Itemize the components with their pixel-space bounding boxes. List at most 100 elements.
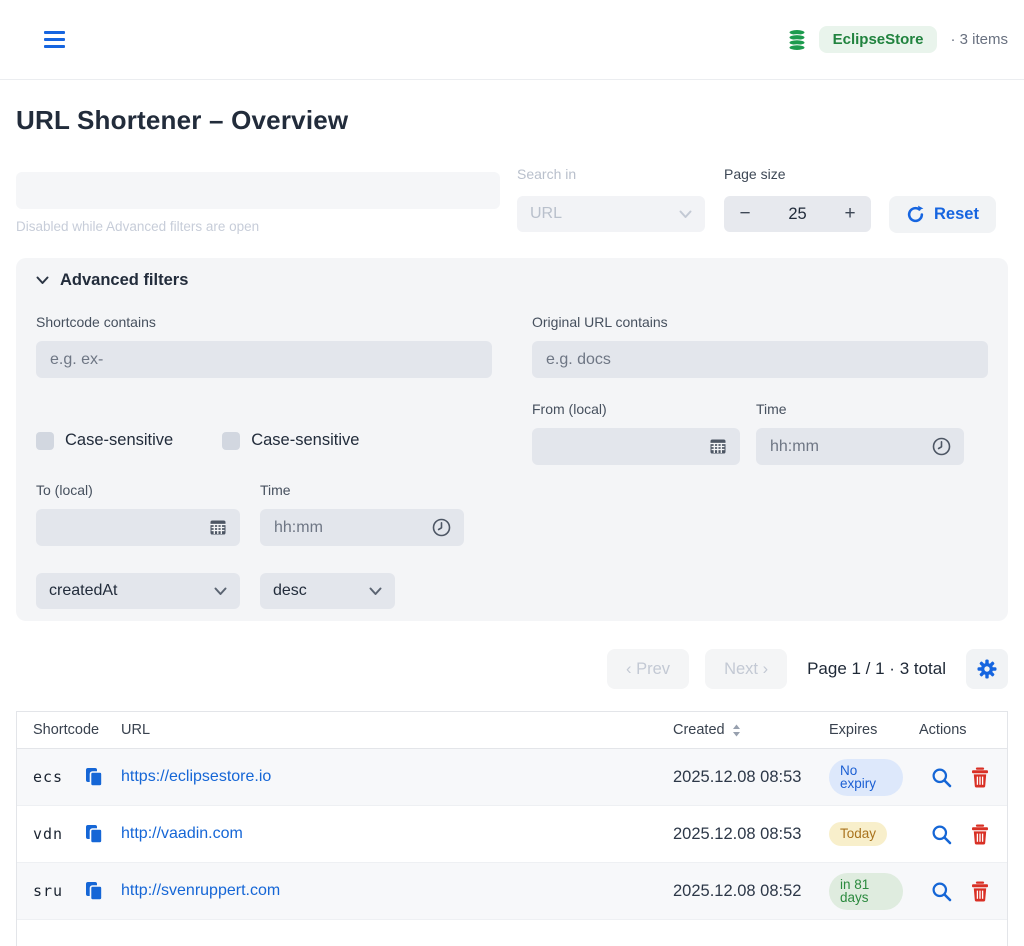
from-date-row: From (local) — [532, 401, 988, 465]
shortcode-filter-label: Shortcode contains — [36, 314, 492, 331]
calendar-icon[interactable] — [209, 518, 227, 536]
to-date-label: To (local) — [36, 482, 240, 499]
sort-direction-value: desc — [273, 582, 307, 600]
sort-field-value: createdAt — [49, 582, 117, 600]
copy-button[interactable] — [83, 879, 121, 903]
search-input[interactable] — [16, 172, 500, 209]
next-page-button[interactable]: Next › — [705, 649, 787, 689]
copy-icon — [85, 767, 103, 787]
checkbox-icon — [36, 432, 54, 450]
trash-icon — [971, 767, 989, 788]
created-value: 2025.12.08 08:53 — [673, 825, 813, 844]
from-time-label: Time — [756, 401, 964, 418]
chevron-down-icon — [679, 210, 692, 219]
to-date-row: To (local) — [36, 482, 492, 546]
expires-badge: No expiry — [829, 759, 903, 796]
settings-button[interactable] — [966, 649, 1008, 689]
from-time-field: Time — [756, 401, 964, 465]
case-sensitive-shortcode-label: Case-sensitive — [65, 431, 173, 450]
table-row: sru http://svenruppert.com 2025.12.08 08… — [17, 863, 1007, 920]
inspect-button[interactable] — [929, 879, 954, 904]
search-icon — [931, 767, 952, 788]
inspect-button[interactable] — [929, 765, 954, 790]
column-header-actions: Actions — [903, 722, 1007, 738]
sort-direction-select[interactable]: desc — [260, 573, 395, 609]
delete-button[interactable] — [969, 879, 991, 904]
column-header-shortcode: Shortcode — [33, 722, 121, 738]
column-header-url: URL — [121, 722, 673, 738]
shortcode-filter-input[interactable] — [36, 341, 492, 378]
advanced-filters-toggle[interactable]: Advanced filters — [36, 271, 988, 290]
created-value: 2025.12.08 08:53 — [673, 768, 813, 787]
checkbox-icon — [222, 432, 240, 450]
page-size-increment-button[interactable]: + — [829, 196, 871, 232]
chevron-down-icon — [36, 276, 49, 285]
page-size-decrement-button[interactable]: − — [724, 196, 766, 232]
sort-row: createdAt desc — [36, 573, 492, 609]
sort-field-select[interactable]: createdAt — [36, 573, 240, 609]
copy-icon — [85, 881, 103, 901]
items-count: · 3 items — [950, 31, 1008, 48]
shortcode-value: sru — [33, 882, 83, 900]
search-helper-text: Disabled while Advanced filters are open — [16, 219, 259, 234]
search-icon — [931, 881, 952, 902]
reset-button[interactable]: Reset — [889, 196, 996, 233]
shortlinks-table: Shortcode URL Created Expires Actions ec… — [16, 711, 1008, 946]
inspect-button[interactable] — [929, 822, 954, 847]
copy-button[interactable] — [83, 822, 121, 846]
page-summary: Page 1 / 1 · 3 total — [807, 659, 946, 679]
filter-toolbar: Disabled while Advanced filters are open… — [16, 166, 1008, 233]
to-time-field: Time — [260, 482, 464, 546]
menu-button[interactable] — [40, 27, 69, 52]
search-icon — [931, 824, 952, 845]
advanced-right-column: Original URL contains From (local) — [532, 314, 988, 609]
original-url-filter-input[interactable] — [532, 341, 988, 378]
table-row: ecs https://eclipsestore.io 2025.12.08 0… — [17, 749, 1007, 806]
page-size-value: 25 — [766, 205, 829, 224]
hamburger-icon — [44, 31, 65, 48]
clock-icon[interactable] — [932, 437, 951, 456]
column-header-created[interactable]: Created — [673, 722, 813, 738]
gear-icon — [976, 658, 998, 680]
url-link[interactable]: http://vaadin.com — [121, 825, 243, 842]
advanced-left-column: Shortcode contains Case-sensitive Case-s… — [36, 314, 492, 609]
sort-icon — [732, 724, 741, 737]
chevron-down-icon — [214, 587, 227, 596]
reset-label: Reset — [934, 205, 979, 224]
delete-button[interactable] — [969, 822, 991, 847]
pagination-bar: ‹ Prev Next › Page 1 / 1 · 3 total — [16, 649, 1008, 689]
trash-icon — [971, 881, 989, 902]
original-url-filter-field: Original URL contains — [532, 314, 988, 378]
shortcode-filter-field: Shortcode contains — [36, 314, 492, 378]
case-sensitive-url-checkbox[interactable]: Case-sensitive — [222, 431, 359, 450]
case-sensitive-url-label: Case-sensitive — [251, 431, 359, 450]
page-size-stepper: − 25 + — [724, 196, 871, 232]
expires-badge: Today — [829, 822, 887, 846]
trash-icon — [971, 824, 989, 845]
table-row: vdn http://vaadin.com 2025.12.08 08:53 T… — [17, 806, 1007, 863]
delete-button[interactable] — [969, 765, 991, 790]
copy-button[interactable] — [83, 765, 121, 789]
url-link[interactable]: https://eclipsestore.io — [121, 768, 271, 785]
shortcode-value: vdn — [33, 825, 83, 843]
shortcode-value: ecs — [33, 768, 83, 786]
created-value: 2025.12.08 08:52 — [673, 882, 813, 901]
page-size-group: Page size − 25 + — [724, 166, 871, 232]
calendar-icon[interactable] — [709, 437, 727, 455]
search-in-group: Search in URL — [517, 166, 705, 232]
advanced-filters-panel: Advanced filters Shortcode contains Case… — [16, 258, 1008, 621]
from-date-field: From (local) — [532, 401, 740, 465]
storage-status: EclipseStore · 3 items — [788, 26, 1008, 53]
copy-icon — [85, 824, 103, 844]
search-in-select[interactable]: URL — [517, 196, 705, 232]
page-title: URL Shortener – Overview — [16, 105, 1008, 136]
url-link[interactable]: http://svenruppert.com — [121, 882, 280, 899]
top-bar: EclipseStore · 3 items — [0, 0, 1024, 80]
clock-icon[interactable] — [432, 518, 451, 537]
database-icon — [788, 29, 806, 51]
column-header-expires: Expires — [813, 722, 903, 738]
case-sensitive-shortcode-checkbox[interactable]: Case-sensitive — [36, 431, 173, 450]
prev-page-button[interactable]: ‹ Prev — [607, 649, 689, 689]
table-header-row: Shortcode URL Created Expires Actions — [17, 712, 1007, 749]
expires-badge: in 81 days — [829, 873, 903, 910]
